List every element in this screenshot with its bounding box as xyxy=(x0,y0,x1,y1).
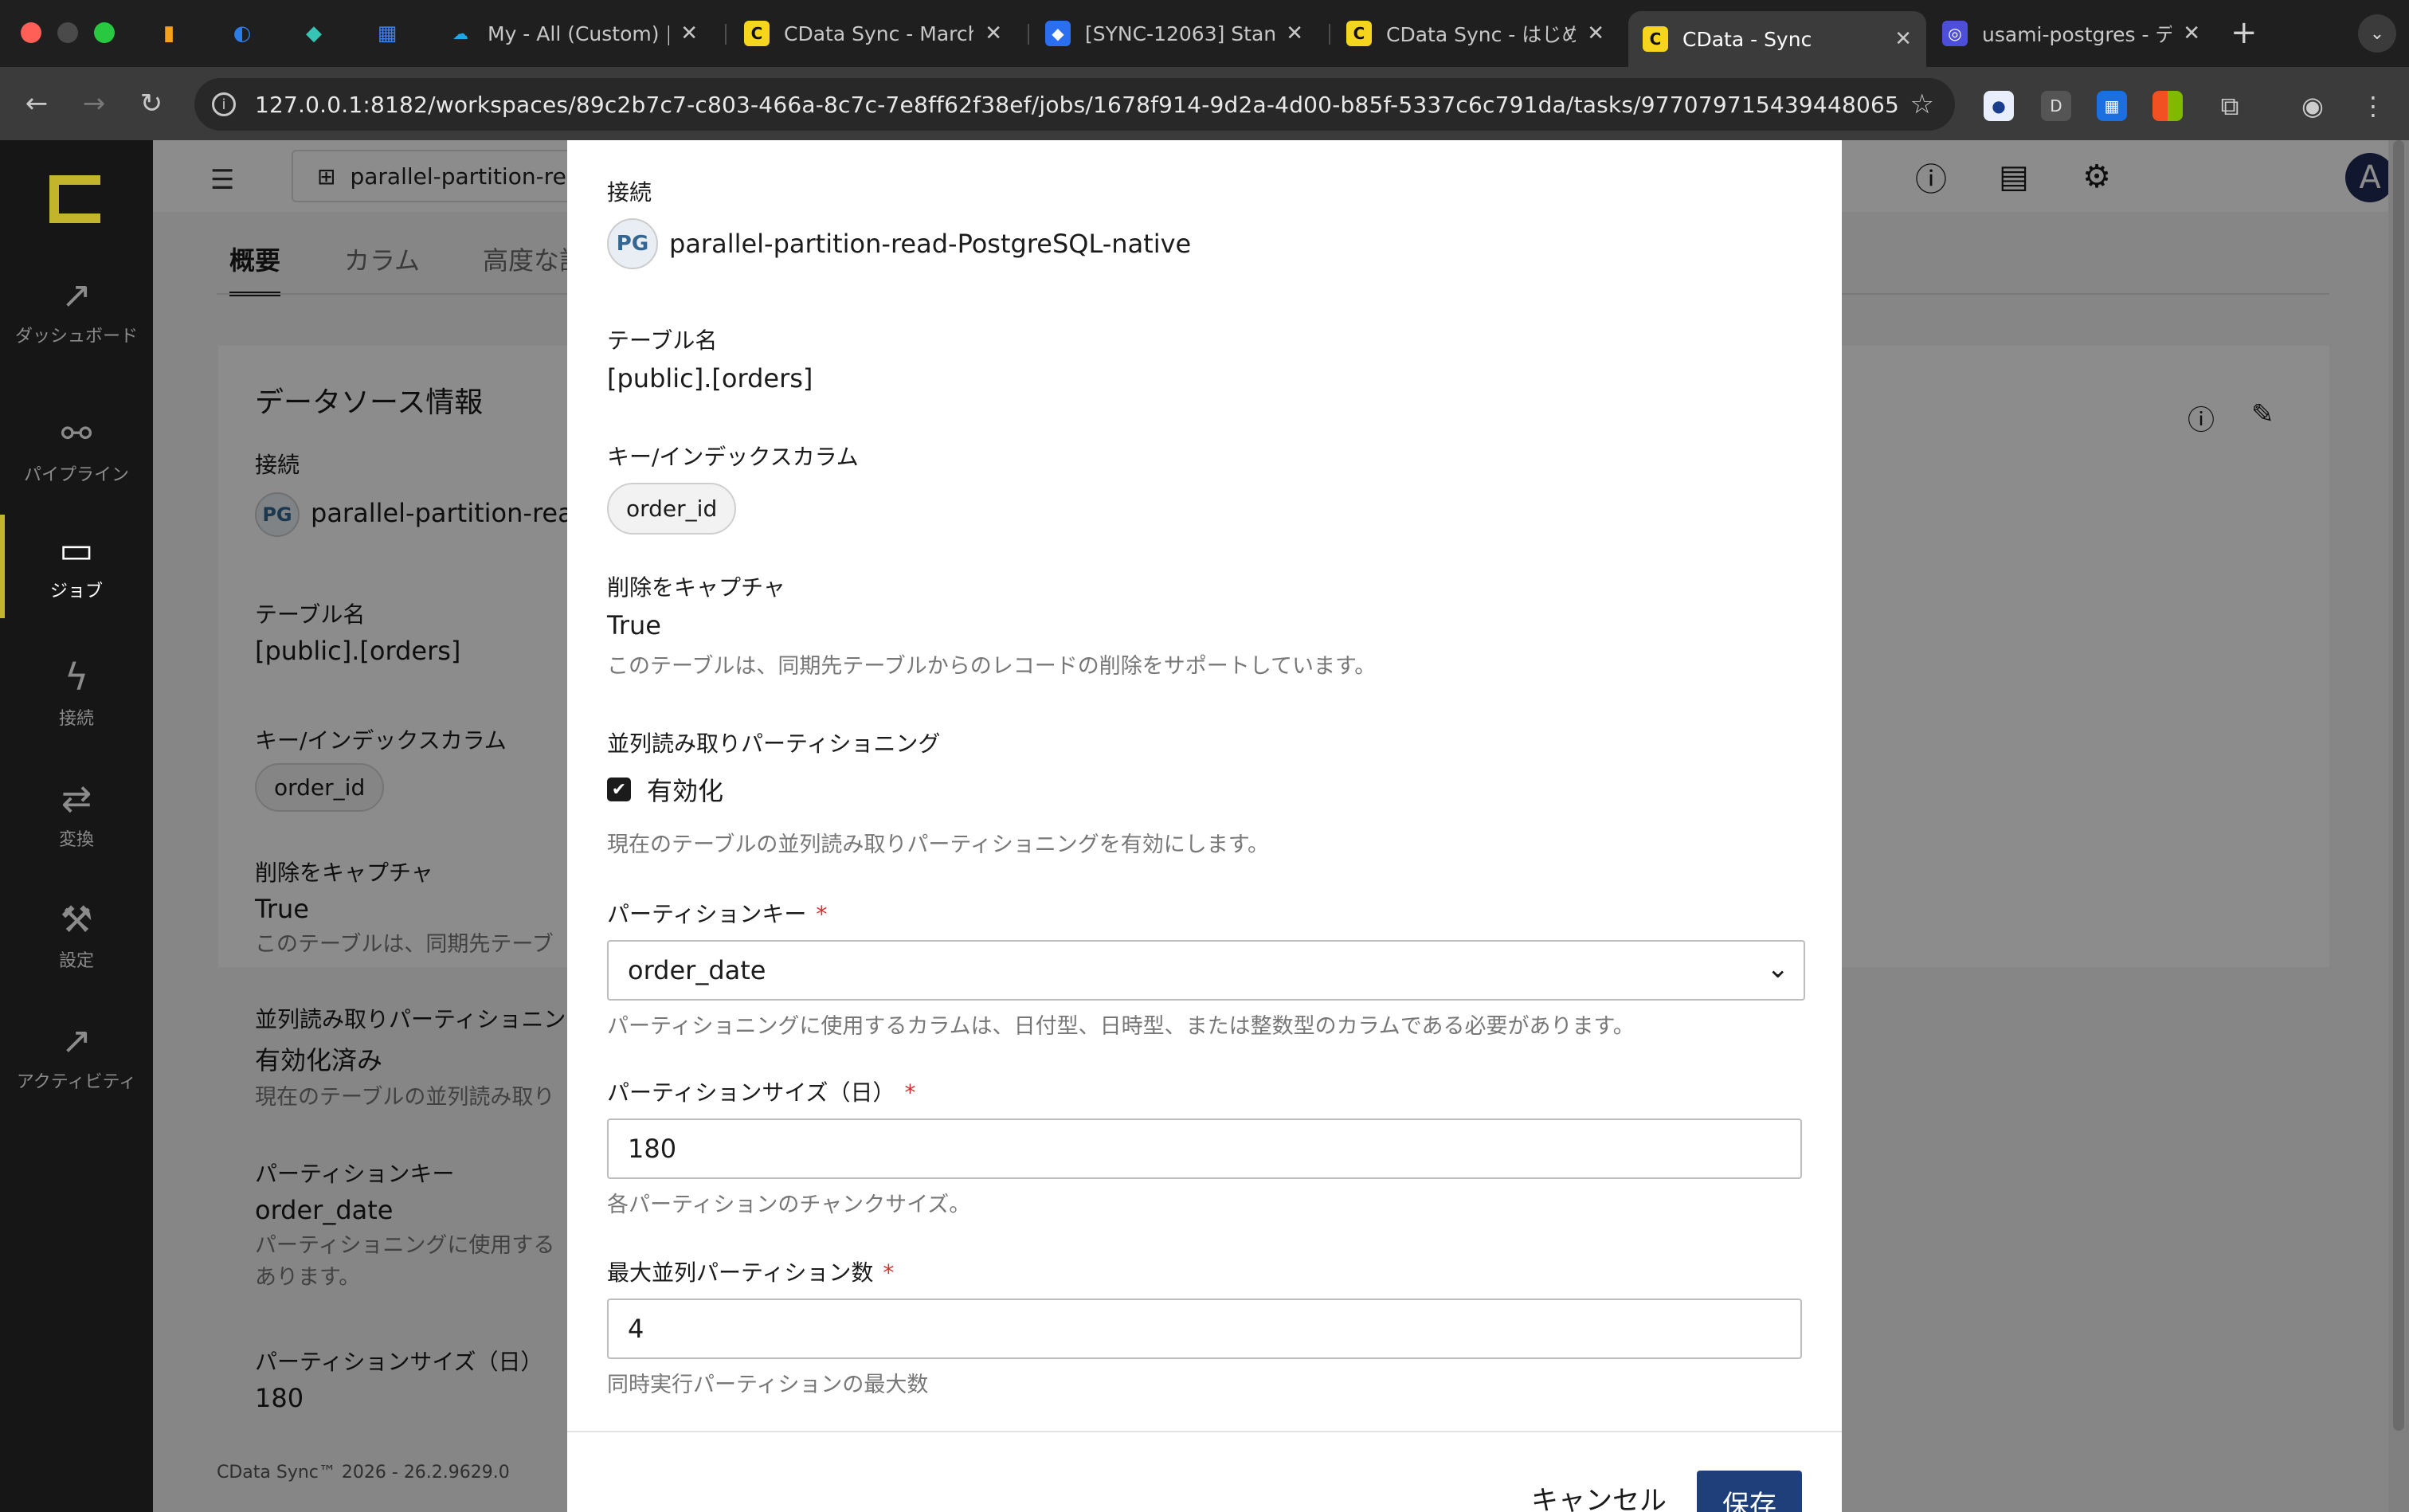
partition-size-input[interactable]: 180 xyxy=(607,1118,1802,1179)
minimize-window-button[interactable] xyxy=(57,22,78,43)
forward-arrow-icon[interactable]: → xyxy=(75,84,113,123)
tab-search-chevron-icon[interactable]: ⌄ xyxy=(2358,14,2396,53)
close-window-button[interactable] xyxy=(21,22,41,43)
cdata-sync-logo[interactable] xyxy=(49,175,100,223)
close-tab-icon[interactable]: ✕ xyxy=(680,22,698,45)
sidebar-item-pipeline[interactable]: ⚯ パイプライン xyxy=(0,398,153,502)
key-column-chip: order_id xyxy=(607,483,737,535)
sidebar-item-dashboard[interactable]: ↗ ダッシュボード xyxy=(0,260,153,363)
extension-1-icon[interactable]: ● xyxy=(1984,91,2014,121)
browser-logo-icon: ◐ xyxy=(233,22,252,45)
browser-tab-3[interactable]: ◆ [SYNC-12063] Stand ✕ xyxy=(1031,11,1318,56)
close-tab-icon[interactable]: ✕ xyxy=(1587,22,1604,45)
sidebar-item-transformations[interactable]: ⇄ 変換 xyxy=(0,763,153,867)
cancel-button[interactable]: キャンセル xyxy=(1531,1479,1667,1512)
new-tab-icon[interactable]: + xyxy=(2231,14,2258,51)
extension-grid-icon[interactable]: ▦ xyxy=(2097,91,2127,121)
close-tab-icon[interactable]: ✕ xyxy=(985,22,1002,45)
sidebar-item-jobs[interactable]: ▭ ジョブ xyxy=(0,515,153,618)
pinned-tab-calendar[interactable]: ▦ xyxy=(370,16,405,51)
modal-partition-size-field: パーティションサイズ（日） * 180 各パーティションのチャンクサイズ。 xyxy=(607,1075,1802,1218)
browser-tab-active[interactable]: C CData - Sync ✕ xyxy=(1628,11,1926,67)
sidebar-item-connections[interactable]: ϟ 接続 xyxy=(0,642,153,746)
max-partitions-input[interactable]: 4 xyxy=(607,1299,1802,1359)
close-tab-icon[interactable]: ✕ xyxy=(1286,22,1303,45)
browser-tab-1[interactable]: ☁ My - All (Custom) | C ✕ xyxy=(433,11,712,56)
pinned-tab-app[interactable]: ◆ xyxy=(296,16,331,51)
postgresql-logo-icon: PG xyxy=(607,218,658,269)
save-button[interactable]: 保存 xyxy=(1697,1471,1802,1512)
salesforce-cloud-icon: ☁ xyxy=(452,24,468,43)
browser-tabbar: ▮ ◐ ◆ ▦ ☁ My - All (Custom) | C ✕ C CDat… xyxy=(0,0,2409,67)
cdata-logo-icon: C xyxy=(1346,21,1372,46)
bookmark-star-icon[interactable]: ☆ xyxy=(1910,88,1934,120)
modal-table-field: テーブル名 [public].[orders] xyxy=(607,323,1802,394)
modal-parallel-field: 並列読み取りパーティショニング ✔ 有効化 現在のテーブルの並列読み取りパーティ… xyxy=(607,727,1802,858)
line-chart-icon: ↗ xyxy=(61,273,92,316)
calendar-icon: ▦ xyxy=(377,22,398,45)
bolt-icon: ϟ xyxy=(64,656,89,699)
cdata-logo-icon: C xyxy=(744,21,770,46)
edit-task-modal: 接続 PG parallel-partition-read-PostgreSQL… xyxy=(567,140,1842,1512)
browser-toolbar: ← → ↻ i 127.0.0.1:8182/workspaces/89c2b7… xyxy=(0,67,2409,140)
table-name-value: [public].[orders] xyxy=(607,363,813,394)
sidebar-item-settings[interactable]: ⚒ 設定 xyxy=(0,884,153,988)
pinned-tab-analytics[interactable]: ▮ xyxy=(151,16,186,51)
site-info-icon[interactable]: i xyxy=(212,92,236,116)
bar-chart-icon: ▮ xyxy=(163,22,175,45)
connection-name: parallel-partition-read-PostgreSQL-nativ… xyxy=(669,229,1192,259)
capture-delete-value: True xyxy=(607,610,661,640)
modal-footer-divider xyxy=(567,1431,1842,1432)
modal-max-partitions-field: 最大並列パーティション数 * 4 同時実行パーティションの最大数 xyxy=(607,1255,1802,1398)
jira-logo-icon: ◆ xyxy=(1045,21,1071,46)
address-bar[interactable]: i 127.0.0.1:8182/workspaces/89c2b7c7-c80… xyxy=(194,78,1955,131)
sidebar-item-activity[interactable]: ↗ アクティビティ xyxy=(0,1005,153,1109)
swap-arrows-icon: ⇄ xyxy=(61,777,92,820)
parallel-enable-checkbox[interactable]: ✔ xyxy=(607,778,631,801)
browser-menu-icon[interactable]: ⋮ xyxy=(2358,91,2388,121)
cdata-logo-icon: C xyxy=(1643,26,1668,52)
partition-key-select[interactable]: order_date ⌄ xyxy=(607,940,1805,1001)
app-logo-icon: ◆ xyxy=(306,22,322,45)
modal-connection-field: 接続 PG parallel-partition-read-PostgreSQL… xyxy=(607,175,1802,269)
extensions-puzzle-icon[interactable]: ⧉ xyxy=(2215,91,2245,121)
pipeline-icon: ⚯ xyxy=(61,412,92,455)
sidebar: ↗ ダッシュボード ⚯ パイプライン ▭ ジョブ ϟ 接続 ⇄ 変換 ⚒ 設定 … xyxy=(0,140,153,1512)
back-arrow-icon[interactable]: ← xyxy=(18,84,56,123)
address-url[interactable]: 127.0.0.1:8182/workspaces/89c2b7c7-c803-… xyxy=(255,92,1899,118)
browser-tab-2[interactable]: C CData Sync - March ✕ xyxy=(730,11,1016,56)
profile-icon[interactable]: ◉ xyxy=(2297,91,2328,121)
reload-icon[interactable]: ↻ xyxy=(132,84,170,123)
modal-delete-field: 削除をキャプチャ True このテーブルは、同期先テーブルからのレコードの削除を… xyxy=(607,570,1802,680)
modal-key-field: キー/インデックスカラム order_id xyxy=(607,440,1802,535)
modal-partition-key-field: パーティションキー * order_date ⌄ パーティショニングに使用するカラ… xyxy=(607,897,1805,1040)
close-tab-icon[interactable]: ✕ xyxy=(2183,22,2200,45)
activity-chart-icon: ↗ xyxy=(61,1019,92,1062)
browser-tab-4[interactable]: C CData Sync - はじめに ✕ xyxy=(1332,11,1619,56)
browser-tab-6[interactable]: ◎ usami-postgres - デ ✕ xyxy=(1928,11,2215,56)
database-logo-icon: ◎ xyxy=(1942,21,1968,46)
maximize-window-button[interactable] xyxy=(94,22,115,43)
parallel-enable-checkbox-row[interactable]: ✔ 有効化 xyxy=(607,771,1802,808)
pinned-tab-edge[interactable]: ◐ xyxy=(225,16,260,51)
chevron-down-icon: ⌄ xyxy=(1766,953,1790,985)
microsoft-extension-icon[interactable] xyxy=(2152,91,2183,121)
briefcase-icon: ▭ xyxy=(59,528,94,571)
close-tab-icon[interactable]: ✕ xyxy=(1894,27,1912,51)
wrench-icon: ⚒ xyxy=(60,898,93,941)
extension-d-icon[interactable]: D xyxy=(2041,91,2071,121)
